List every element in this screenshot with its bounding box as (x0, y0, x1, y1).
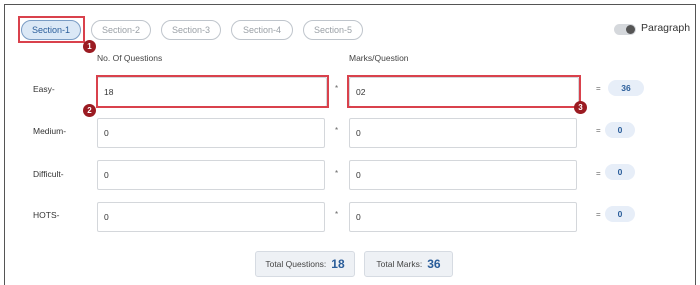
paragraph-toggle[interactable] (614, 24, 636, 35)
medium-result-badge: 0 (605, 122, 635, 138)
multiply-sign: * (335, 84, 339, 93)
hots-result-badge: 0 (605, 206, 635, 222)
multiply-sign: * (335, 210, 339, 219)
row-label-difficult: Difficult- (33, 169, 64, 179)
marks-column-header: Marks/Question (349, 53, 409, 63)
difficult-questions-input[interactable]: 0 (97, 160, 325, 190)
step-marker-2: 2 (83, 104, 96, 117)
tab-section-5[interactable]: Section-5 (303, 20, 363, 40)
equals-sign: = (596, 126, 601, 135)
hots-marks-input[interactable]: 0 (349, 202, 577, 232)
tab-section-4[interactable]: Section-4 (231, 20, 293, 40)
multiply-sign: * (335, 126, 339, 135)
tab-section-2[interactable]: Section-2 (91, 20, 151, 40)
tab-section-3[interactable]: Section-3 (161, 20, 221, 40)
total-marks-value: 36 (427, 257, 441, 271)
medium-marks-input[interactable]: 0 (349, 118, 577, 148)
total-questions-value: 18 (331, 257, 345, 271)
difficult-result-badge: 0 (605, 164, 635, 180)
toggle-knob (626, 25, 635, 34)
multiply-sign: * (335, 169, 339, 178)
tab-section-1[interactable]: Section-1 (21, 20, 81, 40)
difficult-marks-input[interactable]: 0 (349, 160, 577, 190)
easy-questions-input[interactable]: 18 (97, 77, 327, 107)
equals-sign: = (596, 169, 601, 178)
paragraph-label: Paragraph (641, 22, 691, 34)
total-questions-box: Total Questions: 18 (255, 251, 355, 277)
equals-sign: = (596, 210, 601, 219)
equals-sign: = (596, 84, 601, 93)
medium-questions-input[interactable]: 0 (97, 118, 325, 148)
total-questions-label: Total Questions: (265, 259, 327, 269)
total-marks-label: Total Marks: (376, 259, 423, 269)
total-marks-box: Total Marks: 36 (364, 251, 453, 277)
step-marker-3: 3 (574, 101, 587, 114)
row-label-hots: HOTS- (33, 210, 60, 220)
step-marker-1: 1 (83, 40, 96, 53)
questions-column-header: No. Of Questions (97, 53, 163, 63)
row-label-medium: Medium- (33, 126, 67, 136)
hots-questions-input[interactable]: 0 (97, 202, 325, 232)
row-label-easy: Easy- (33, 84, 55, 94)
easy-marks-input[interactable]: 02 (349, 77, 579, 107)
easy-result-badge: 36 (608, 80, 644, 96)
